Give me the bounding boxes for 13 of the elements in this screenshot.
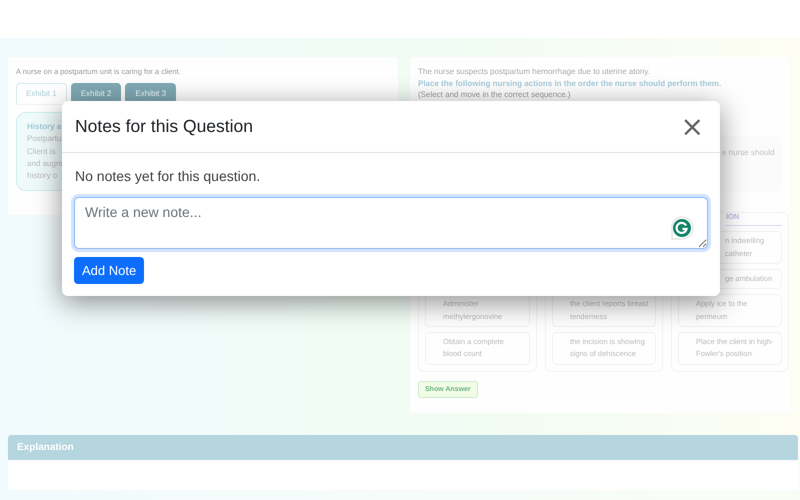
scenario-text: The nurse suspects postpartum hemorrhage due to uterine atony. — [418, 66, 651, 78]
explanation-header[interactable]: Explanation — [8, 435, 798, 460]
empty-notes-message: No notes yet for this question. — [75, 168, 262, 184]
instruction-text: Place the following nursing actions in the order the nurse should perform them. — [418, 78, 722, 89]
exhibit-text: Client is — [27, 146, 56, 158]
exhibit-tab[interactable]: Exhibit 1 — [16, 83, 67, 104]
hint-text: (Select and move in the correct sequence.) — [418, 89, 572, 100]
close-button[interactable]: × — [676, 112, 708, 140]
exhibit-text: history o — [27, 170, 58, 182]
dialog-title: Notes for this Question — [75, 116, 253, 137]
note-input-field[interactable]: Write a new note... — [74, 197, 708, 249]
add-note-button[interactable]: Add Note — [74, 257, 144, 284]
exhibit-text: History a — [27, 121, 62, 133]
